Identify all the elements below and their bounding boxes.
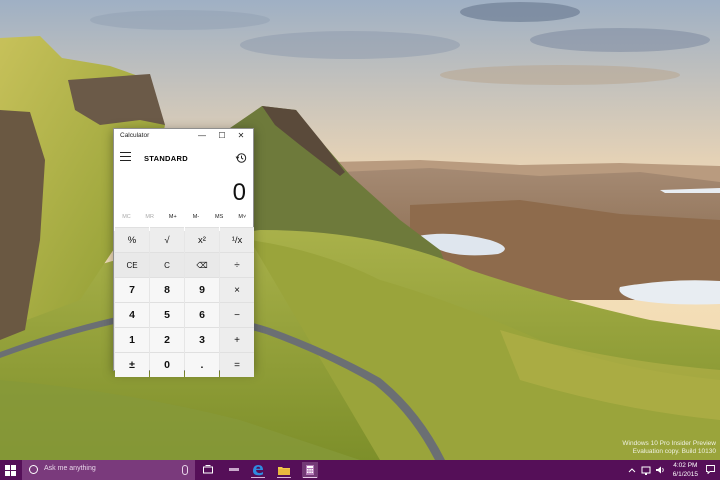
search-box[interactable]: Ask me anything	[22, 460, 195, 480]
memory-mr-button[interactable]: MR	[138, 207, 161, 227]
system-clock[interactable]: 4:02 PM 6/1/2015	[673, 461, 698, 479]
mode-title: STANDARD	[144, 154, 188, 163]
memory-ms-button[interactable]: MS	[208, 207, 231, 227]
memory-mplus-button[interactable]: M+	[161, 207, 184, 227]
microphone-icon[interactable]	[182, 465, 188, 475]
title-bar[interactable]: Calculator — ☐ ✕	[114, 129, 253, 145]
keypad: % √ x² ¹/x CE C ⌫ ÷ 7 8 9 × 4 5 6− 1 2 3 + ±0. =	[115, 227, 254, 377]
digit-5-key[interactable]: 5	[150, 302, 184, 327]
notifications-icon[interactable]	[706, 465, 715, 474]
negate-key[interactable]: ±	[115, 352, 149, 377]
memory-mlist-button[interactable]: M˅	[231, 207, 254, 227]
percent-key[interactable]: %	[115, 227, 149, 252]
memory-mminus-button[interactable]: M-	[185, 207, 208, 227]
hamburger-menu-icon[interactable]	[120, 152, 131, 161]
windows-start-icon[interactable]	[5, 465, 16, 476]
pinned-app-icon[interactable]	[226, 462, 242, 478]
cortana-icon	[29, 465, 38, 474]
digit-6-key[interactable]: 6	[185, 302, 219, 327]
divide-key[interactable]: ÷	[220, 252, 254, 277]
calculator-header: STANDARD	[114, 145, 253, 171]
calculator-window: Calculator — ☐ ✕ STANDARD 0 MC MR M+ M- MS M˅…	[113, 128, 254, 377]
file-explorer-icon[interactable]	[276, 462, 292, 478]
volume-icon[interactable]	[652, 462, 668, 478]
digit-7-key[interactable]: 7	[115, 277, 149, 302]
search-placeholder: Ask me anything	[44, 465, 96, 472]
window-title: Calculator	[120, 132, 150, 139]
edge-browser-icon[interactable]	[250, 462, 266, 478]
clear-key[interactable]: C	[150, 252, 184, 277]
decimal-key[interactable]: .	[185, 352, 219, 377]
digit-0-key[interactable]: 0	[150, 352, 184, 377]
desktop-wallpaper	[0, 0, 720, 460]
digit-2-key[interactable]: 2	[150, 327, 184, 352]
close-button[interactable]: ✕	[232, 129, 250, 145]
digit-9-key[interactable]: 9	[185, 277, 219, 302]
reciprocal-key[interactable]: ¹/x	[220, 227, 254, 252]
task-view-icon[interactable]	[200, 462, 216, 478]
taskbar: Ask me anything 4:02 PM 6/1/2015	[0, 460, 720, 480]
history-icon[interactable]	[235, 152, 247, 164]
equals-key[interactable]: =	[220, 352, 254, 377]
add-key[interactable]: +	[220, 327, 254, 352]
digit-1-key[interactable]: 1	[115, 327, 149, 352]
sqrt-key[interactable]: √	[150, 227, 184, 252]
windows-build-watermark: Windows 10 Pro Insider Preview Evaluatio…	[506, 440, 716, 456]
memory-row: MC MR M+ M- MS M˅	[114, 207, 253, 227]
clock-date: 6/1/2015	[672, 471, 698, 478]
subtract-key[interactable]: −	[220, 302, 254, 327]
maximize-button[interactable]: ☐	[213, 129, 231, 145]
clock-time: 4:02 PM	[673, 462, 698, 469]
square-key[interactable]: x²	[185, 227, 219, 252]
minimize-button[interactable]: —	[193, 129, 211, 145]
watermark-edition: Windows 10 Pro Insider Preview	[622, 440, 716, 447]
backspace-key[interactable]: ⌫	[185, 252, 219, 277]
watermark-build: Evaluation copy. Build 10130	[632, 448, 716, 455]
clear-entry-key[interactable]: CE	[115, 252, 149, 277]
digit-8-key[interactable]: 8	[150, 277, 184, 302]
calculator-taskbar-icon[interactable]	[302, 462, 318, 478]
memory-mc-button[interactable]: MC	[115, 207, 138, 227]
multiply-key[interactable]: ×	[220, 277, 254, 302]
digit-4-key[interactable]: 4	[115, 302, 149, 327]
result-display: 0	[232, 179, 246, 206]
digit-3-key[interactable]: 3	[185, 327, 219, 352]
